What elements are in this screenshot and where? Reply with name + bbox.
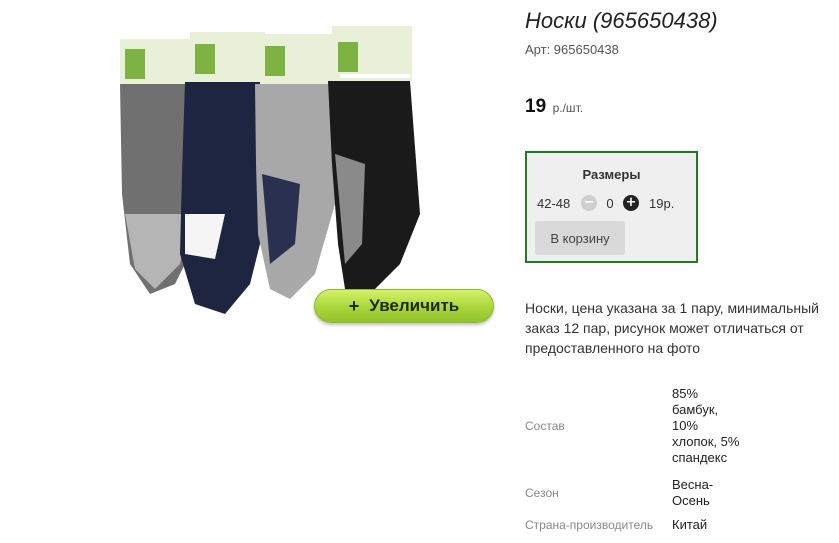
product-description: Носки, цена указана за 1 пару, минимальн…	[525, 300, 819, 356]
minus-circle-icon[interactable]: −	[581, 195, 597, 211]
spec-row: Состав 85% бамбук, 10% хлопок, 5% спанде…	[525, 376, 835, 476]
size-price: 19р.	[649, 195, 675, 211]
spec-value: Весна-Осень	[672, 477, 714, 508]
zoom-button-label: Увеличить	[369, 296, 460, 315]
sizes-title: Размеры	[582, 167, 641, 182]
spec-value: Китай	[672, 517, 708, 532]
spec-name: Страна-производитель	[525, 518, 654, 532]
spec-row: Сезон Весна-Осень	[525, 476, 835, 510]
product-article: Арт: 965650438	[525, 42, 619, 57]
spec-name: Сезон	[525, 486, 559, 500]
sizes-panel: Размеры 42-48 − 0 + 19р. В корзину	[525, 151, 698, 263]
add-to-cart-button[interactable]: В корзину	[535, 221, 625, 255]
spec-value: 85% бамбук, 10% хлопок, 5% спандекс	[672, 386, 740, 465]
plus-icon: +	[348, 295, 360, 316]
price-value: 19	[525, 96, 547, 117]
product-gallery: + Увеличить	[0, 0, 510, 543]
spec-row: Страна-производитель Китай	[525, 516, 835, 534]
plus-circle-icon[interactable]: +	[623, 195, 639, 211]
quantity-value: 0	[606, 195, 614, 211]
size-row: 42-48 − 0 + 19р.	[537, 195, 674, 211]
product-price: 19 р./шт.	[525, 96, 583, 118]
size-label: 42-48	[537, 195, 571, 211]
product-photo[interactable]	[100, 14, 472, 324]
zoom-button[interactable]: + Увеличить	[314, 289, 494, 323]
product-title: Носки (965650438)	[525, 8, 718, 33]
spec-name: Состав	[525, 419, 565, 433]
price-unit: р./шт.	[552, 101, 584, 115]
